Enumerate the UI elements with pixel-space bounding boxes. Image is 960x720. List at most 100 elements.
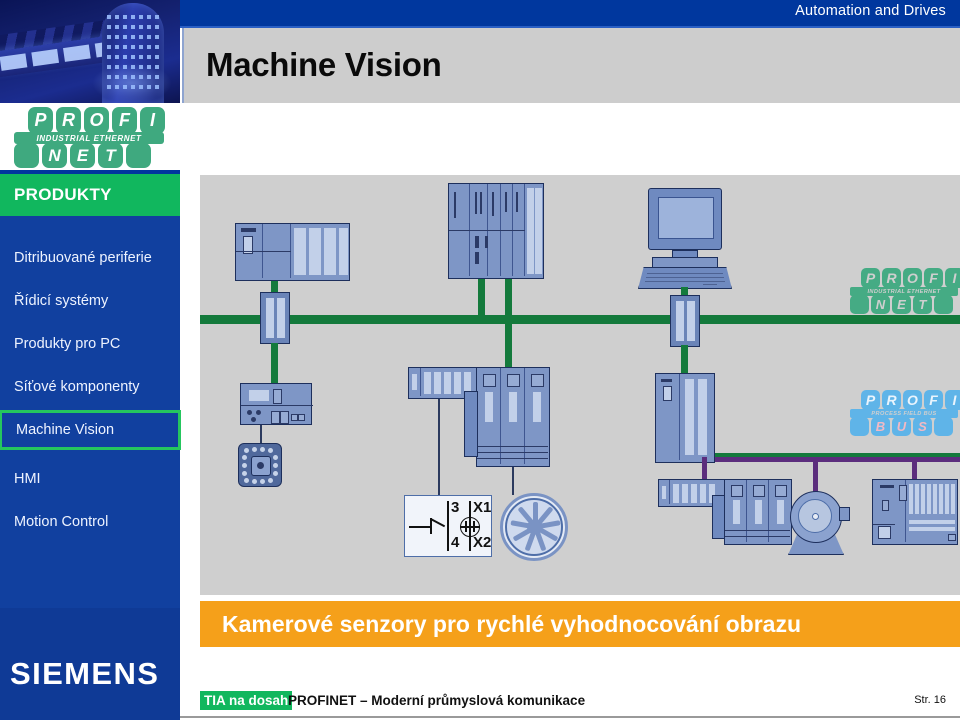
monitor-screen — [658, 197, 714, 239]
sidebar-item-label: Ditribuované periferie — [14, 250, 152, 266]
photo-window — [63, 44, 91, 62]
logo-letter: T — [913, 295, 932, 314]
caption-bar: Kamerové senzory pro rychlé vyhodnocován… — [200, 601, 960, 647]
profibus-io-side — [712, 495, 725, 539]
io-to-fan-wire — [512, 467, 514, 495]
page-number: Str. 16 — [914, 694, 946, 706]
profibus-logo-diagram: P R O F I PROCESS FIELD BUS B U S — [848, 390, 960, 436]
sidebar-item-label: Machine Vision — [16, 422, 115, 438]
circuit-label-contact-top: 3 — [451, 499, 460, 516]
logo-letter: B — [871, 417, 890, 436]
logo-letter: O — [903, 390, 922, 410]
sidebar-heading-label: PRODUKTY — [14, 185, 112, 204]
circuit-label-terminal-bottom: X2 — [473, 534, 492, 551]
page-title: Machine Vision — [206, 46, 442, 83]
profibus-drop-io — [702, 457, 707, 481]
logo-letter: F — [924, 268, 943, 288]
sidebar-nav: Ditribuované periferie Řídicí systémy Pr… — [0, 216, 181, 608]
plc-center-drop-b — [505, 279, 512, 319]
tia-badge-label: TIA na dosah — [204, 693, 289, 708]
profinet-bus-line — [200, 315, 960, 324]
pc-monitor — [648, 188, 722, 250]
io-module-side — [464, 391, 478, 457]
sidebar-item-motion-control[interactable]: Motion Control — [0, 502, 180, 542]
footer-text: PROFINET – Moderní průmyslová komunikace — [288, 693, 586, 708]
logo-letter: P — [28, 107, 53, 134]
camera-lens — [251, 456, 271, 476]
sidebar-item-hmi[interactable]: HMI — [0, 459, 180, 499]
network-diagram: 3 4 X1 X2 P R O F I INDUSTRIAL ETHERNET … — [200, 175, 960, 595]
io-to-circuit-wire — [438, 399, 440, 495]
plc-rack-left — [235, 223, 350, 281]
logo-letter: T — [98, 143, 123, 168]
logo-letter — [14, 143, 39, 168]
profinet-logo-diagram: P R O F I INDUSTRIAL ETHERNET N E T — [848, 268, 960, 314]
motor-symbol — [790, 491, 842, 543]
logo-letter: N — [42, 143, 67, 168]
logo-letter: N — [871, 295, 890, 314]
sidebar-heading: PRODUKTY — [0, 174, 180, 216]
sidebar-item-label: Produkty pro PC — [14, 336, 121, 352]
drive-rack — [872, 479, 958, 545]
sidebar-item-ridici-systemy[interactable]: Řídicí systémy — [0, 281, 180, 321]
profinet-logo-sidebar: P R O F I INDUSTRIAL ETHERNET N E T — [10, 107, 170, 169]
circuit-label-terminal-top: X1 — [473, 499, 492, 516]
logo-letter: U — [892, 417, 911, 436]
logo-letter: S — [913, 417, 932, 436]
logo-letter: R — [882, 268, 901, 288]
logo-letter: R — [882, 390, 901, 410]
photo-window — [31, 48, 60, 67]
sidebar-item-label: Motion Control — [14, 514, 109, 530]
vision-controller — [240, 383, 313, 425]
sidebar-item-machine-vision[interactable]: Machine Vision — [0, 410, 181, 450]
io-module-vertical — [476, 367, 550, 467]
logo-letter: F — [924, 390, 943, 410]
profibus-drop-drive — [912, 457, 917, 481]
sidebar-item-label: Síťové komponenty — [14, 379, 140, 395]
banner-text: Automation and Drives — [795, 3, 946, 19]
sidebar-item-ditribuovane-periferie[interactable]: Ditribuované periferie — [0, 238, 180, 278]
logo-letter — [934, 417, 953, 436]
profibus-io-lower — [724, 479, 792, 545]
sidebar-item-produkty-pro-pc[interactable]: Produkty pro PC — [0, 324, 180, 364]
profinet-logo-bottom-row: N E T — [14, 143, 151, 168]
logo-letter: I — [945, 268, 960, 288]
vision-camera — [238, 443, 282, 487]
logo-letter: F — [112, 107, 137, 134]
top-banner: Automation and Drives — [180, 0, 960, 26]
switch-left-drop — [271, 343, 278, 387]
motor-terminal-box — [839, 507, 850, 521]
switch-left — [260, 292, 290, 344]
photo-glow — [92, 63, 172, 103]
logo-letter — [850, 417, 869, 436]
camera-cable — [260, 425, 262, 445]
sidebar-item-label: HMI — [14, 471, 41, 487]
circuit-label-contact-bottom: 4 — [451, 534, 460, 551]
logo-letter: E — [892, 295, 911, 314]
logo-letter — [850, 295, 869, 314]
tia-badge: TIA na dosah — [200, 691, 293, 710]
caption-text: Kamerové senzory pro rychlé vyhodnocován… — [222, 611, 801, 637]
plc-rack-right — [655, 373, 715, 463]
fan-symbol — [500, 493, 568, 561]
profinet-logo-top-row: P R O F I — [28, 107, 165, 134]
profibus-drop-motor — [813, 457, 818, 493]
switch-right — [670, 295, 700, 347]
logo-letter: I — [140, 107, 165, 134]
logo-letter: O — [84, 107, 109, 134]
slide: P R O F I INDUSTRIAL ETHERNET N E T Auto… — [0, 0, 960, 720]
logo-letter: P — [861, 268, 880, 288]
building-photo — [0, 0, 180, 103]
title-bar: Machine Vision — [182, 28, 960, 103]
monitor-base — [652, 257, 718, 268]
sidebar-item-label: Řídicí systémy — [14, 293, 109, 309]
plc-center-drop-c — [505, 319, 512, 369]
logo-letter: E — [70, 143, 95, 168]
logo-letter: R — [56, 107, 81, 134]
pc-keyboard — [638, 267, 732, 289]
logo-letter — [934, 295, 953, 314]
footer-divider — [180, 716, 960, 718]
circuit-symbol-box: 3 4 X1 X2 — [404, 495, 492, 557]
siemens-logo: SIEMENS — [0, 608, 180, 720]
sidebar-item-sitove-komponenty[interactable]: Síťové komponenty — [0, 367, 180, 407]
